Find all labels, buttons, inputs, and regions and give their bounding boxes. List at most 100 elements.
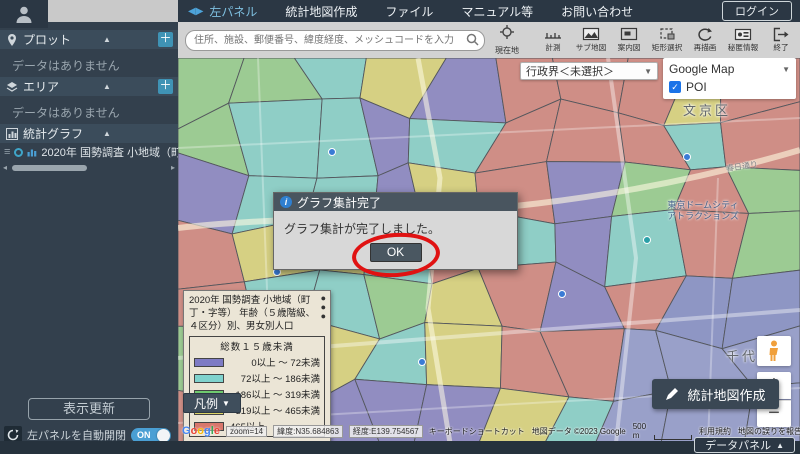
pin-icon — [8, 33, 16, 46]
scroll-left-icon[interactable]: ◂ — [3, 163, 7, 172]
visibility-radio-icon[interactable] — [14, 147, 24, 157]
submap-tool-button[interactable]: サブ地図 — [572, 27, 610, 53]
add-plot-button[interactable]: ＋ — [158, 32, 173, 47]
nav-item-file[interactable]: ファイル — [371, 3, 447, 20]
sidebar-section-area[interactable]: エリア ▲ ＋ — [0, 77, 178, 96]
measure-tool-button[interactable]: 計測 — [534, 27, 572, 53]
pencil-icon — [666, 388, 679, 400]
sidebar-section-plot[interactable]: プロット ▲ ＋ — [0, 30, 178, 49]
stat-graph-item-label: 2020年 国勢調査 小地域（町丁 — [41, 147, 178, 159]
redraw-icon — [698, 28, 712, 41]
poi-checkbox[interactable]: ✓ — [669, 80, 681, 93]
bar-chart-icon — [27, 149, 37, 157]
guide-map-icon — [620, 27, 638, 41]
stat-map-create-button[interactable]: 統計地図作成 — [652, 379, 779, 409]
bottom-bar — [0, 441, 800, 454]
legend-class-row: 0以上 ～ 72未満 — [194, 355, 320, 369]
legend-range: 72以上 ～ 186未満 — [240, 374, 320, 386]
map-label-ward: 文京区 — [683, 103, 732, 118]
plot-empty-text: データはありません — [12, 59, 120, 73]
nav-item-left-panel[interactable]: 左パネル — [209, 3, 271, 20]
user-tab-strip — [48, 0, 178, 22]
legend-panel: ● ● ● 2020年 国勢調査 小地域（町丁・字等） 年齢（５歳階級、４区分）別、… — [183, 290, 331, 443]
crosshair-icon — [500, 24, 514, 39]
app-window: 文京区 千代田区 東京ドームシティアトラクションズ 春日通り 行政界＜未選択＞ … — [0, 0, 800, 454]
legend-class-row: 72以上 ～ 186未満 — [194, 371, 320, 385]
poi-marker-icon[interactable] — [643, 236, 651, 244]
left-panel: プロット ▲ ＋ データはありません エリア ▲ ＋ データはありません 統計グ… — [0, 0, 178, 444]
top-navigation: ◀▶ 左パネル 統計地図作成 ファイル マニュアル等 お問い合わせ ログイン — [178, 0, 800, 22]
scroll-right-icon[interactable]: ▸ — [171, 163, 175, 172]
zoom-level: zoom=14 — [225, 425, 268, 437]
dialog-title-bar[interactable]: i グラフ集計完了 — [274, 193, 517, 211]
sidebar-section-label: プロット — [23, 33, 72, 47]
dialog-title: グラフ集計完了 — [297, 195, 382, 210]
exit-tool-button[interactable]: 終了 — [762, 27, 800, 53]
poi-marker-icon[interactable] — [418, 358, 426, 366]
submap-icon — [582, 27, 600, 41]
search-icon[interactable] — [466, 33, 479, 46]
report-error-link[interactable]: 地図の誤りを報告する — [738, 426, 800, 437]
poi-marker-icon[interactable] — [683, 153, 691, 161]
sidebar-horizontal-scrollbar[interactable]: ◂ ▸ — [0, 163, 178, 173]
map-poi-label: 東京ドームシティ アトラクションズ — [667, 200, 739, 221]
nav-item-manual[interactable]: マニュアル等 — [447, 3, 547, 20]
area-empty-text: データはありません — [12, 106, 120, 120]
refresh-view-button[interactable]: 表示更新 — [28, 398, 150, 420]
stat-graph-list-item[interactable]: ≡ 2020年 国勢調査 小地域（町丁 — [0, 143, 178, 161]
data-panel-button[interactable]: データパネル ▲ — [694, 437, 795, 453]
exit-icon — [773, 27, 789, 42]
collapse-arrow-icon[interactable]: ▲ — [103, 82, 111, 91]
drag-handle-icon[interactable]: ≡ — [4, 146, 10, 158]
admin-boundary-select[interactable]: 行政界＜未選択＞ ▼ — [520, 62, 658, 80]
scrollbar-thumb[interactable] — [12, 165, 87, 171]
scale-bar: 500 m — [633, 422, 693, 440]
info-icon: i — [280, 196, 292, 208]
sidebar-section-stat-graph[interactable]: 統計グラフ ▲ — [0, 124, 178, 143]
ruler-icon — [545, 33, 561, 39]
basemap-panel: Google Map ▼ ✓ POI — [663, 58, 796, 99]
login-button[interactable]: ログイン — [722, 1, 792, 21]
sidebar-section-label: 統計グラフ — [23, 127, 84, 141]
admin-boundary-value: 行政界＜未選択＞ — [526, 66, 614, 78]
terms-link[interactable]: 利用規約 — [699, 426, 731, 437]
longitude-readout: 経度:E139.754567 — [348, 424, 423, 438]
user-account-button[interactable] — [0, 0, 48, 28]
user-icon — [16, 6, 32, 23]
layers-icon — [6, 81, 18, 92]
pegman-control[interactable] — [757, 336, 791, 366]
chart-icon — [6, 127, 18, 140]
legend-toggle-button[interactable]: 凡例 ▼ — [183, 393, 241, 413]
chevron-down-icon: ▼ — [222, 398, 230, 408]
kebab-menu-icon[interactable]: ● ● ● — [321, 294, 326, 321]
redraw-tool-button[interactable]: 再描画 — [686, 27, 724, 53]
chevron-down-icon: ▼ — [782, 64, 790, 74]
collapse-arrow-icon[interactable]: ▲ — [103, 35, 111, 44]
legend-range: 186以上 ～ 319未満 — [235, 390, 320, 402]
basemap-select[interactable]: Google Map ▼ — [669, 60, 790, 78]
map-toolbar: 現在地 計測 サブ地図 — [178, 22, 800, 58]
nav-item-contact[interactable]: お問い合わせ — [547, 3, 647, 20]
current-location-button[interactable]: 現在地 — [490, 24, 524, 56]
keyboard-shortcuts-link[interactable]: キーボードショートカット — [429, 426, 525, 437]
collapse-arrow-icon[interactable]: ▲ — [103, 129, 111, 138]
map-copyright: 地図データ ©2023 Google — [531, 426, 626, 436]
privacy-info-tool-button[interactable]: 秘匿情報 — [724, 27, 762, 53]
nav-item-stat-map[interactable]: 統計地図作成 — [271, 3, 371, 20]
poi-marker-icon[interactable] — [328, 148, 336, 156]
google-logo: Google — [182, 425, 220, 437]
legend-subtitle: 総数１５歳未満 — [220, 342, 294, 354]
legend-title: 2020年 国勢調査 小地域（町丁・字等） 年齢（５歳階級、４区分）別、男女別人… — [189, 295, 316, 332]
legend-range: 319以上 ～ 465未満 — [235, 406, 320, 418]
rect-select-tool-button[interactable]: 矩形選択 — [648, 27, 686, 53]
search-wrap — [185, 29, 485, 51]
legend-swatch — [194, 357, 224, 367]
pegman-icon — [769, 340, 778, 361]
guide-map-tool-button[interactable]: 案内図 — [610, 27, 648, 53]
search-input[interactable] — [185, 29, 485, 51]
poi-marker-icon[interactable] — [558, 290, 566, 298]
chevron-down-icon: ▼ — [644, 66, 652, 76]
tool-button-group: 計測 サブ地図 案内図 矩形選択 再描画 秘匿情報 終了 — [534, 27, 800, 53]
panel-collapse-arrows-icon[interactable]: ◀▶ — [188, 6, 203, 17]
add-area-button[interactable]: ＋ — [158, 79, 173, 94]
